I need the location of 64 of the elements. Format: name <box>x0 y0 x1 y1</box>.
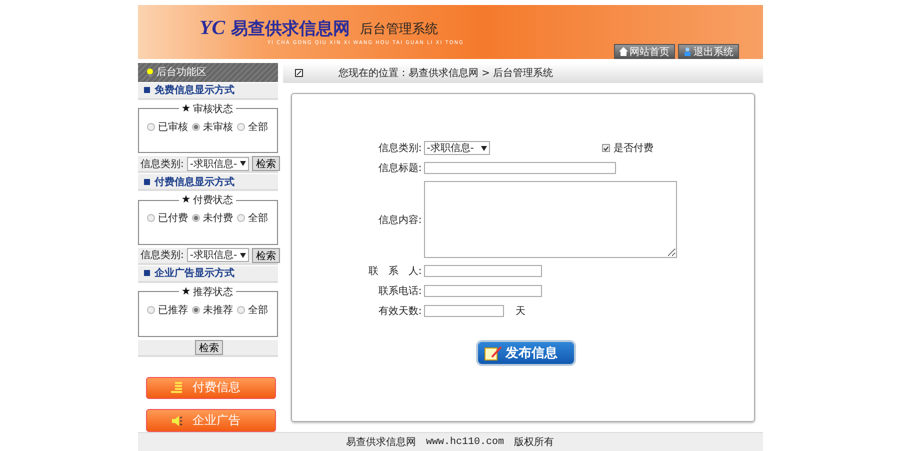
category-select[interactable]: -求职信息- <box>186 156 249 171</box>
field-label: 联系电话: <box>377 284 422 298</box>
lightbulb-icon <box>146 68 154 77</box>
site-title: 易查供求信息网 <box>231 18 350 40</box>
status-radio[interactable]: 全部 <box>237 302 268 317</box>
dropdown-arrow-icon <box>240 161 246 166</box>
breadcrumb-text: 您现在的位置：易查供求信息网 > 后台管理系统 <box>338 66 554 80</box>
coins-icon <box>170 382 182 394</box>
search-button[interactable]: 检索 <box>195 340 223 355</box>
speaker-icon <box>170 414 182 427</box>
text-input[interactable] <box>424 285 542 297</box>
dropdown-arrow-icon <box>240 252 246 258</box>
status-radio[interactable]: 已推荐 <box>147 302 188 317</box>
publish-button[interactable]: 发布信息 <box>476 340 576 366</box>
field-label: 信息类别: <box>377 142 422 155</box>
star-icon <box>182 104 190 112</box>
section-title: 企业广告显示方式 <box>154 266 234 280</box>
field-label: 有效天数: <box>377 305 422 318</box>
field-label: 信息内容: <box>377 214 422 226</box>
title-input[interactable] <box>424 162 616 174</box>
filter-label: 信息类别: <box>140 248 184 262</box>
paid-checkbox[interactable]: 是否付费 <box>602 141 654 155</box>
star-icon <box>182 286 190 295</box>
status-radio[interactable]: 已付费 <box>147 211 188 226</box>
status-radio[interactable]: 已审核 <box>147 120 188 134</box>
status-radio[interactable]: 全部 <box>237 120 268 134</box>
footer-rights: 版权所有 <box>514 436 554 449</box>
header-button[interactable]: 网站首页 <box>614 44 674 59</box>
status-radio[interactable]: 未推荐 <box>192 302 233 317</box>
days-input[interactable] <box>424 305 504 317</box>
star-icon <box>182 195 190 204</box>
field-label: 信息标题: <box>377 162 422 175</box>
footer-site: 易查供求信息网 <box>346 436 416 449</box>
filter-label: 信息类别: <box>140 158 184 171</box>
search-button[interactable]: 检索 <box>252 156 280 172</box>
status-radio[interactable]: 全部 <box>237 211 268 226</box>
square-icon <box>144 178 150 185</box>
content-textarea[interactable] <box>424 181 677 258</box>
text-input[interactable] <box>424 265 542 277</box>
fieldset-legend: 推荐状态 <box>178 284 236 299</box>
edit-icon <box>294 69 302 77</box>
fieldset-legend: 审核状态 <box>178 102 236 116</box>
notepad-pen-icon <box>484 345 502 361</box>
search-button[interactable]: 检索 <box>252 248 280 263</box>
square-icon <box>144 270 150 276</box>
square-icon <box>144 87 150 94</box>
logo-mark: YC <box>200 17 226 40</box>
section-title: 免费信息显示方式 <box>154 83 234 98</box>
fieldset-legend: 付费状态 <box>178 193 236 208</box>
category-select[interactable]: -求职信息- <box>186 248 249 262</box>
days-unit: 天 <box>516 305 526 318</box>
section-title: 付费信息显示方式 <box>154 175 234 189</box>
header-button[interactable]: 退出系统 <box>678 44 738 59</box>
status-radio[interactable]: 未付费 <box>192 211 233 226</box>
sidebar-title: 后台功能区 <box>156 66 206 80</box>
category-select[interactable]: -求职信息- <box>424 141 490 155</box>
checkmark-icon <box>602 144 609 152</box>
status-radio[interactable]: 未审核 <box>192 120 233 134</box>
dropdown-arrow-icon <box>480 146 487 150</box>
field-label: 联 系 人: <box>368 264 422 278</box>
footer-url: www.hc110.com <box>426 436 504 448</box>
house-icon <box>618 47 628 56</box>
person-icon <box>682 47 692 56</box>
site-subtitle: 后台管理系统 <box>360 20 438 38</box>
